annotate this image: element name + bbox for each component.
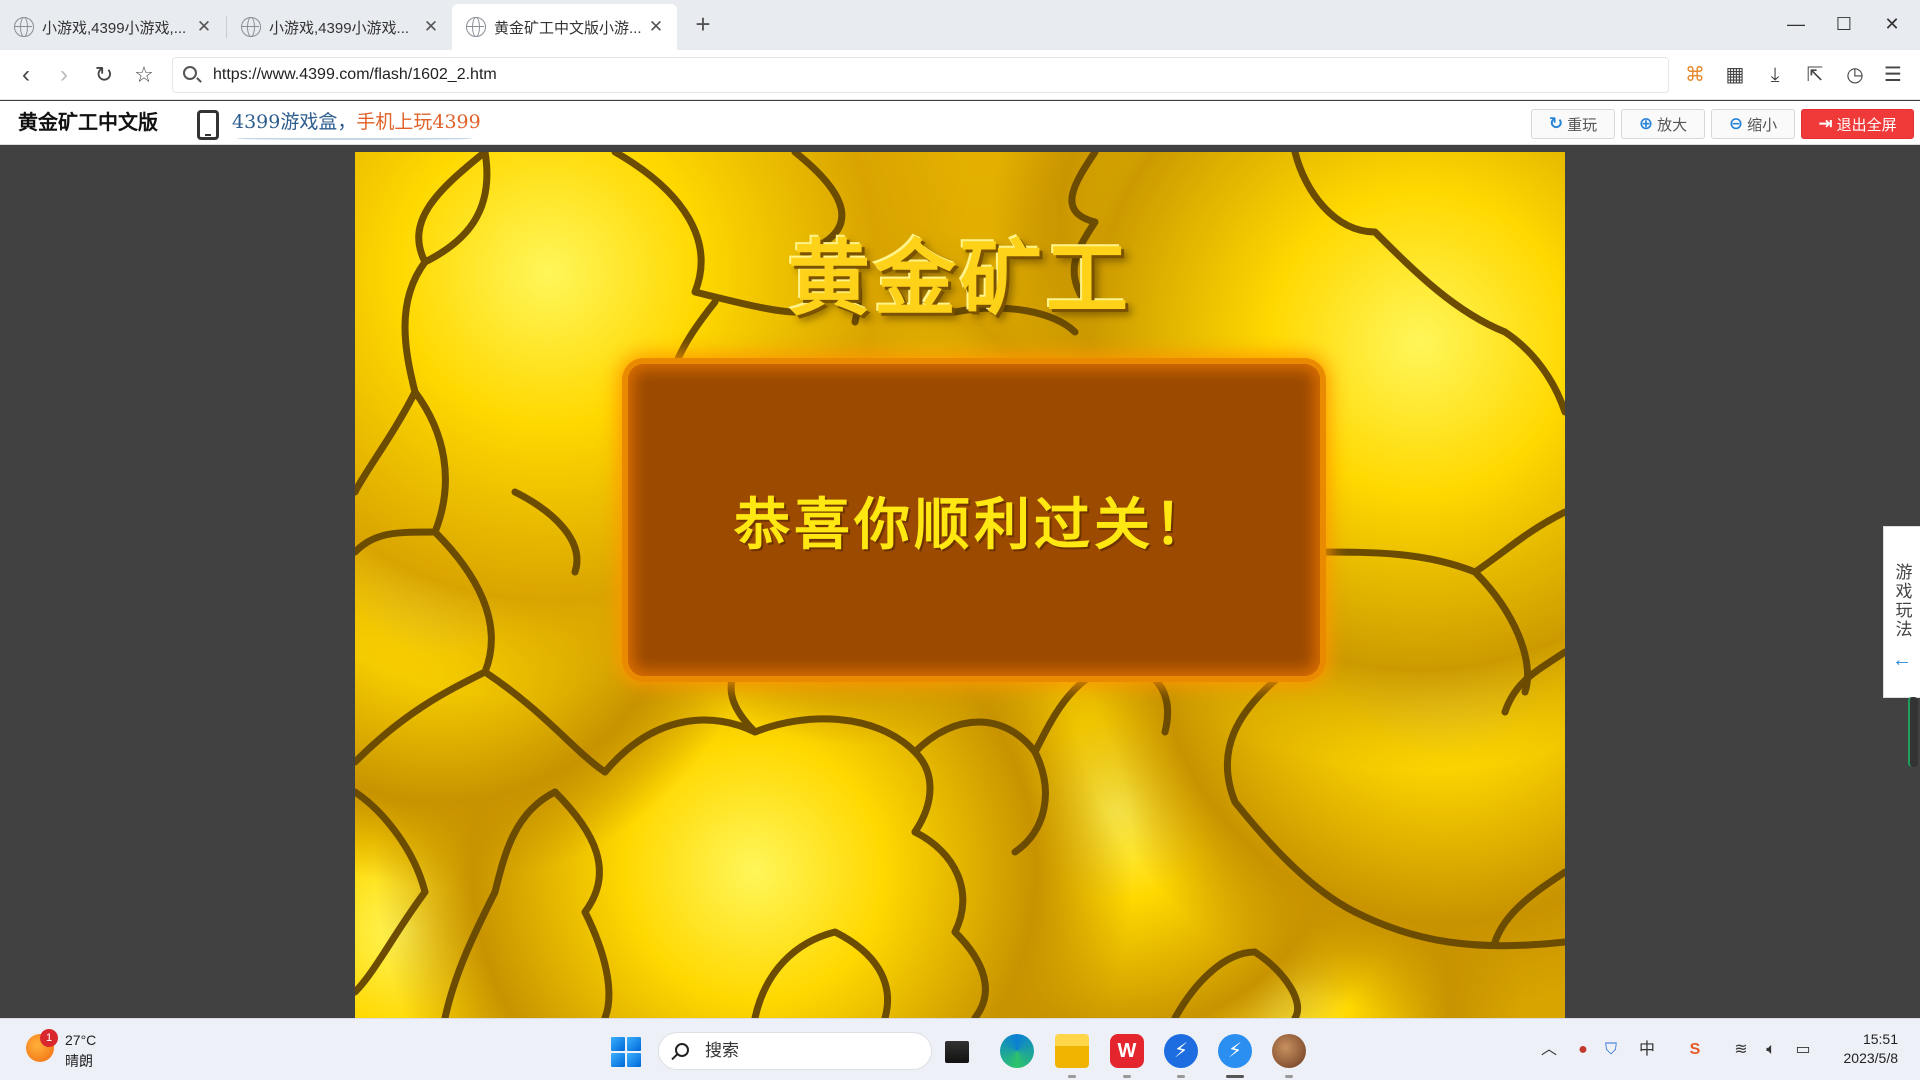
tab-close-icon[interactable]: ✕ (193, 17, 215, 37)
apps-grid-icon[interactable]: ▦ (1722, 63, 1748, 87)
side-scroll-indicator[interactable] (1908, 697, 1918, 767)
zoom-out-icon: ⊖ (1728, 114, 1744, 133)
notification-badge: 1 (40, 1029, 58, 1047)
qq-tray-icon[interactable]: ● (1572, 1039, 1594, 1061)
bookmark-star-icon[interactable]: ☆ (128, 60, 160, 90)
navigation-bar: ‹ › ↻ ☆ https://www.4399.com/flash/1602_… (0, 50, 1920, 100)
how-to-play-tab[interactable]: 游戏玩法 ← (1883, 526, 1920, 698)
browser-app-icon[interactable]: ⚡ (1164, 1034, 1198, 1078)
tab-close-icon[interactable]: ✕ (645, 17, 667, 37)
promo-underline (236, 137, 472, 140)
replay-icon: ↻ (1548, 114, 1564, 133)
browser-tab-active[interactable]: 黄金矿工中文版小游... ✕ (452, 4, 677, 50)
weather-condition[interactable]: 晴朗 (65, 1051, 93, 1071)
new-tab-button[interactable]: + (688, 10, 718, 40)
volume-icon[interactable]: 🔈︎ (1760, 1039, 1782, 1061)
back-icon[interactable]: ‹ (10, 60, 42, 90)
download-icon[interactable]: ⤓ (1762, 63, 1788, 87)
wifi-icon[interactable]: ≋ (1730, 1039, 1752, 1061)
promo-link[interactable]: 4399游戏盒，手机上玩4399 (232, 107, 481, 137)
zoom-in-label: 放大 (1657, 116, 1688, 134)
level-complete-message: 恭喜你顺利过关！ (734, 492, 1214, 556)
browser-tab[interactable]: 小游戏,4399小游戏,... ✕ (0, 4, 227, 50)
maximize-button[interactable]: ☐ (1824, 6, 1864, 42)
globe-icon (14, 17, 34, 37)
exit-fullscreen-label: 退出全屏 (1836, 116, 1897, 134)
tab-title: 小游戏,4399小游戏... (269, 19, 410, 37)
file-explorer-icon[interactable] (1055, 1034, 1089, 1078)
replay-button[interactable]: ↻ 重玩 (1531, 109, 1615, 139)
taskbar: 1 27°C 晴朗 搜索 W ⚡ ⚡ ︿ ● ⛉ 中 S ≋ 🔈︎ ▭ 15:5… (0, 1018, 1920, 1080)
menu-icon[interactable]: ☰ (1880, 63, 1906, 87)
weather-temperature[interactable]: 27°C (65, 1032, 96, 1048)
search-icon (675, 1043, 689, 1057)
clock-date: 2023/5/8 (1843, 1050, 1899, 1066)
game-canvas[interactable]: 黄金矿工 恭喜你顺利过关！ (355, 152, 1565, 1018)
edge-browser-icon[interactable] (1000, 1034, 1034, 1068)
zoom-in-button[interactable]: ⊕ 放大 (1621, 109, 1705, 139)
forward-icon[interactable]: › (48, 60, 80, 90)
game-avatar-icon[interactable] (1272, 1034, 1306, 1078)
share-icon[interactable]: ⇱ (1802, 63, 1828, 87)
search-icon (183, 66, 197, 80)
game-title: 黄金矿工中文版 (18, 112, 158, 134)
arrow-left-icon: ← (1892, 649, 1912, 671)
ime-indicator[interactable]: 中 (1636, 1039, 1658, 1061)
globe-icon (466, 17, 486, 37)
chevron-up-icon[interactable]: ︿ (1538, 1039, 1560, 1061)
tab-title: 小游戏,4399小游戏,... (42, 19, 187, 37)
game-stage: 黄金矿工 恭喜你顺利过关！ (0, 146, 1920, 1018)
wps-office-icon[interactable]: W (1110, 1034, 1144, 1078)
phone-icon (197, 110, 219, 140)
reload-icon[interactable]: ↻ (88, 60, 120, 90)
url-text[interactable]: https://www.4399.com/flash/1602_2.htm (213, 58, 497, 92)
level-complete-panel: 恭喜你顺利过关！ (628, 364, 1320, 676)
replay-label: 重玩 (1567, 116, 1598, 134)
how-to-play-label: 游戏玩法 (1892, 563, 1912, 639)
zoom-out-button[interactable]: ⊖ 缩小 (1711, 109, 1795, 139)
globe-icon (241, 17, 261, 37)
promo-text-mobile: 手机上玩4399 (356, 111, 481, 133)
system-clock[interactable]: 15:51 2023/5/8 (1828, 1030, 1899, 1068)
promo-text-box: 4399游戏盒， (232, 111, 357, 133)
tab-close-icon[interactable]: ✕ (420, 17, 442, 37)
game-logo: 黄金矿工 (787, 232, 1132, 327)
zoom-in-icon: ⊕ (1638, 114, 1654, 133)
battery-icon[interactable]: ▭ (1792, 1039, 1814, 1061)
minimize-button[interactable]: — (1776, 6, 1816, 42)
active-browser-icon[interactable]: ⚡ (1218, 1034, 1252, 1078)
exit-icon: ⇥ (1818, 114, 1833, 133)
address-bar[interactable]: https://www.4399.com/flash/1602_2.htm (172, 57, 1669, 93)
tab-title: 黄金矿工中文版小游... (494, 19, 642, 37)
task-view-icon[interactable] (945, 1041, 969, 1063)
clock-time: 15:51 (1862, 1031, 1898, 1047)
exit-fullscreen-button[interactable]: ⇥ 退出全屏 (1801, 109, 1914, 139)
history-icon[interactable]: ◷ (1842, 63, 1868, 87)
tab-bar: 小游戏,4399小游戏,... ✕ 小游戏,4399小游戏... ✕ 黄金矿工中… (0, 0, 1920, 50)
taskbar-search-label: 搜索 (705, 1041, 739, 1060)
shield-icon[interactable]: ⛉ (1600, 1039, 1622, 1061)
sogou-ime-icon[interactable]: S (1684, 1039, 1706, 1061)
game-toolbar: 黄金矿工中文版 4399游戏盒，手机上玩4399 ↻ 重玩 ⊕ 放大 ⊖ 缩小 … (0, 101, 1920, 145)
game-controller-icon[interactable]: ⌘ (1682, 63, 1708, 87)
taskbar-search[interactable]: 搜索 (658, 1032, 932, 1070)
windows-start-icon[interactable] (611, 1037, 641, 1067)
close-window-button[interactable]: ✕ (1872, 6, 1912, 42)
browser-tab[interactable]: 小游戏,4399小游戏... ✕ (227, 4, 452, 50)
zoom-out-label: 缩小 (1747, 116, 1778, 134)
